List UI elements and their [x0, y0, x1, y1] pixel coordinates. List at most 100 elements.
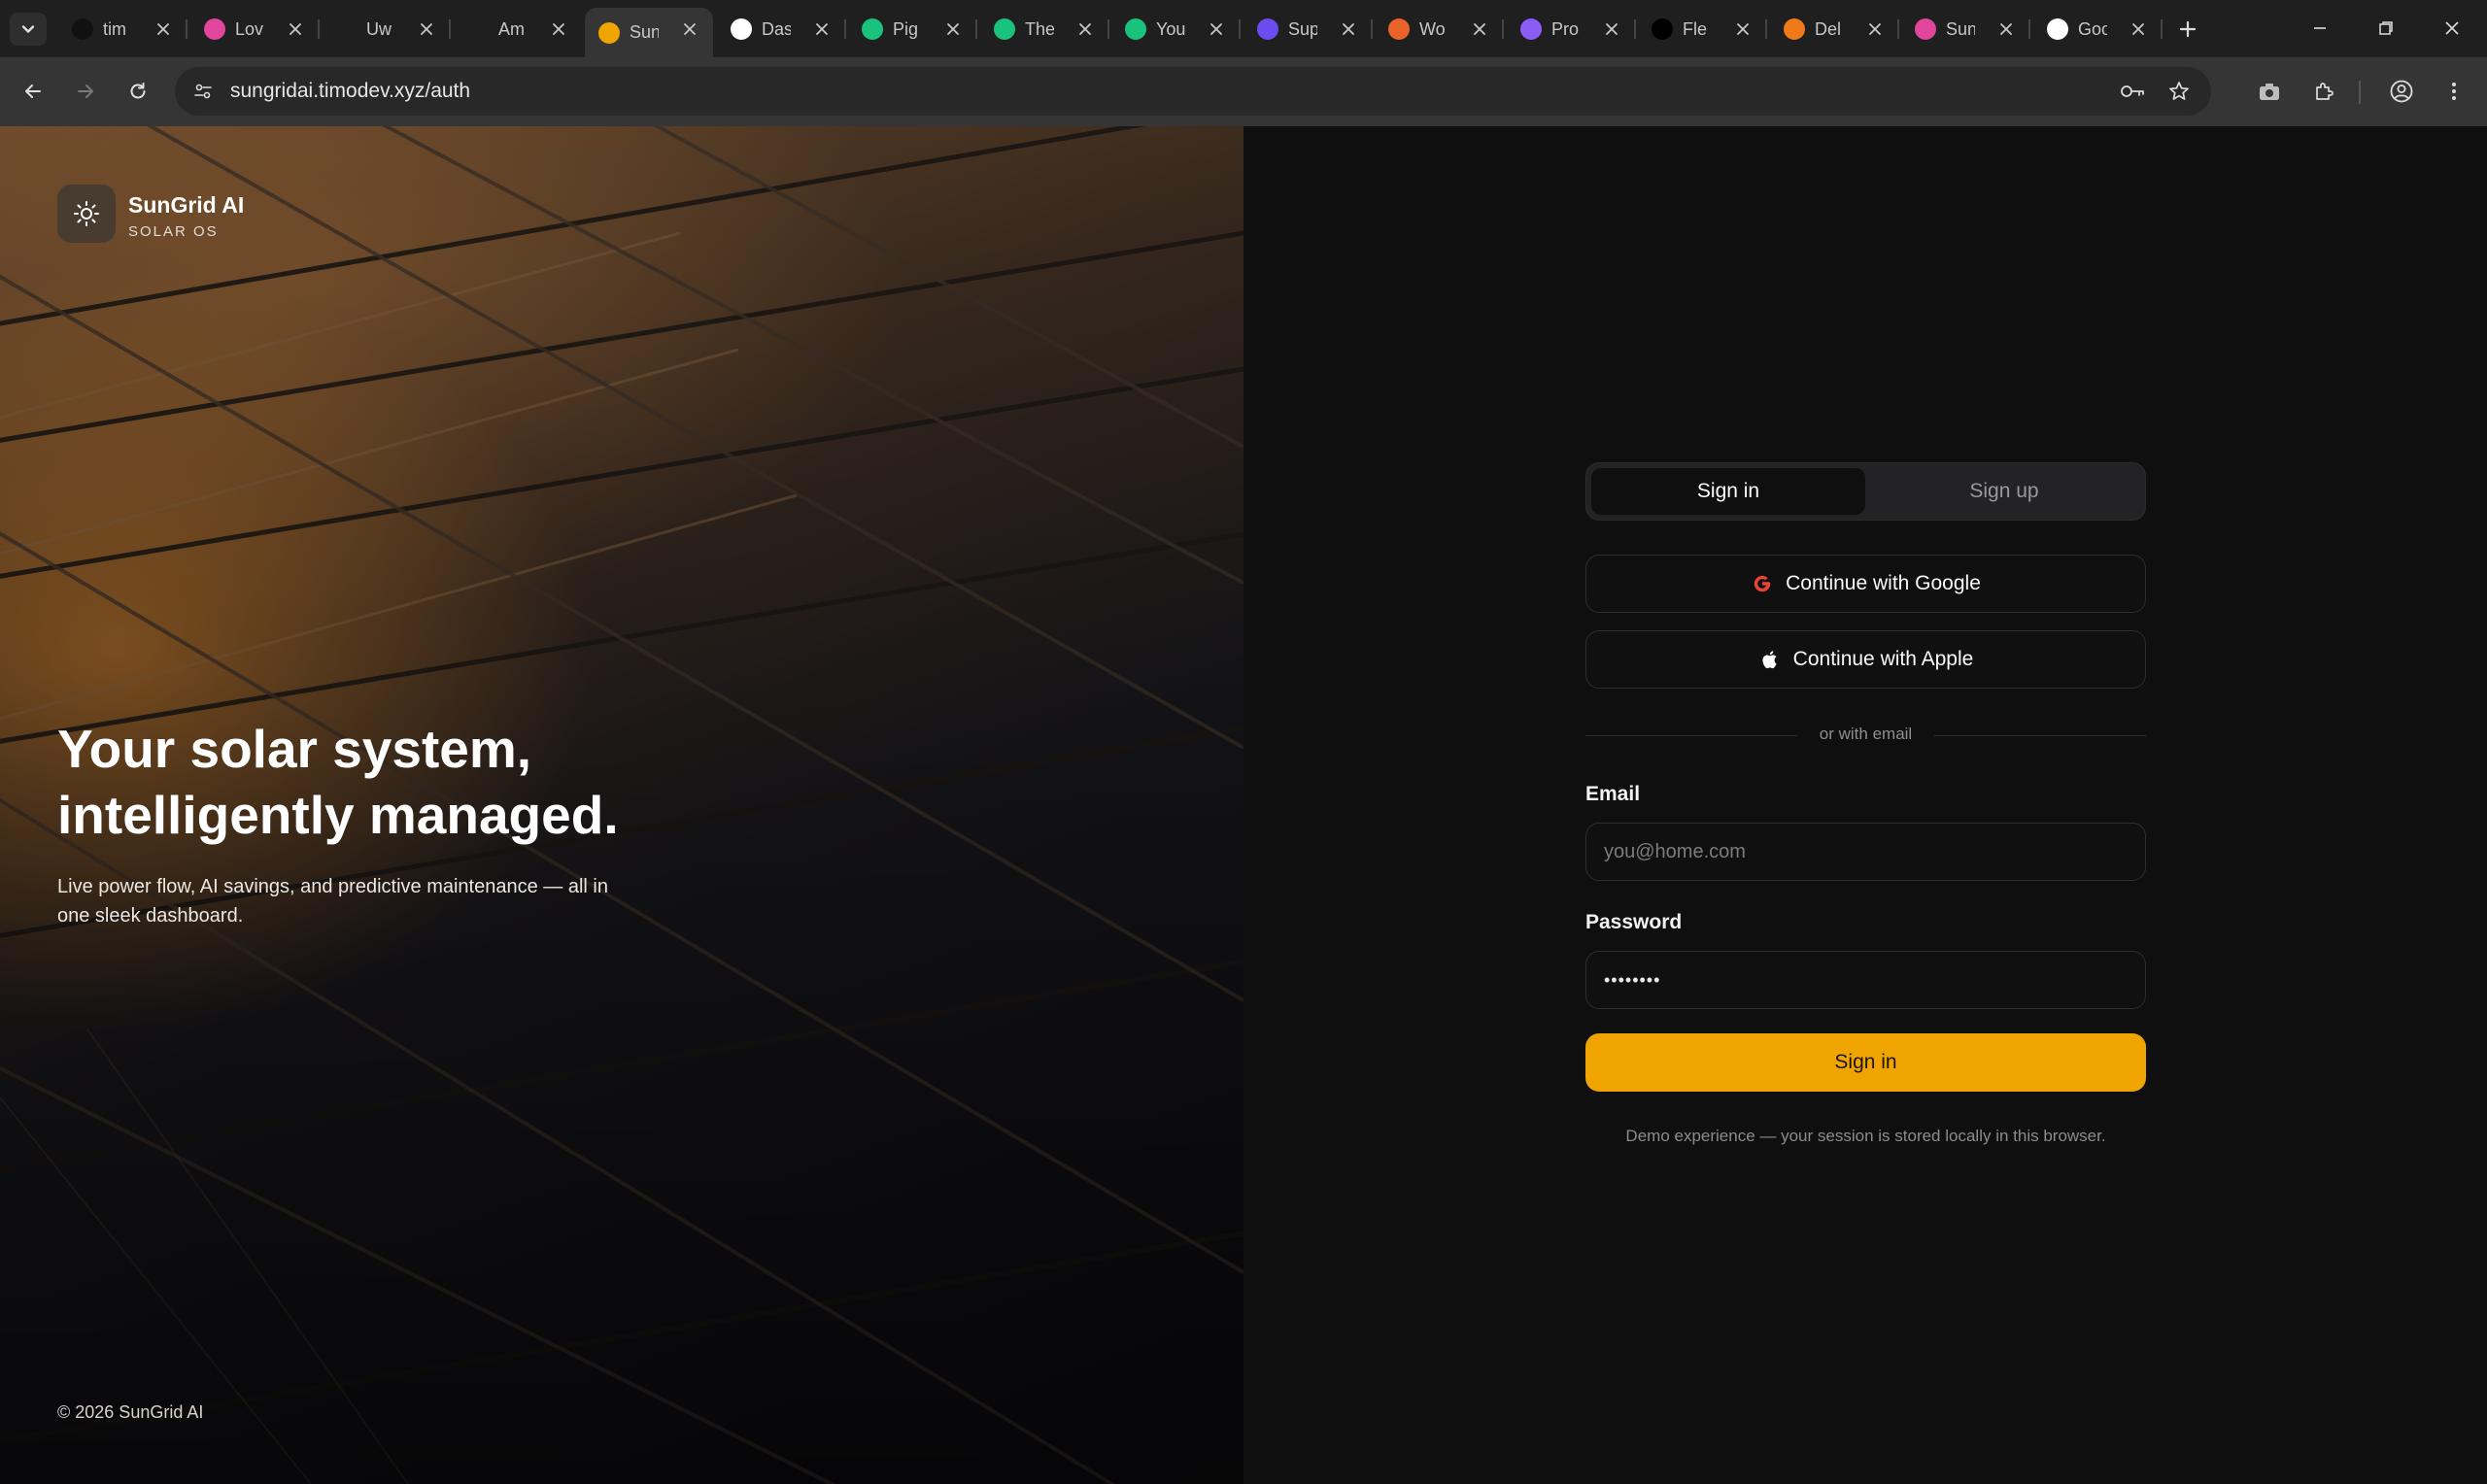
close-tab-icon[interactable]: [415, 17, 438, 41]
close-tab-icon[interactable]: [941, 17, 965, 41]
chatgpt-icon: [1125, 18, 1146, 40]
doc-favicon-icon: [1520, 18, 1542, 40]
address-bar[interactable]: sungridai.timodev.xyz/auth: [175, 67, 2211, 116]
close-tab-icon[interactable]: [1863, 17, 1887, 41]
browser-tab[interactable]: Pig: [848, 8, 977, 51]
tab-title: Fle: [1683, 18, 1708, 39]
sparkle-icon: [467, 18, 489, 40]
browser-tab[interactable]: Sup: [1244, 8, 1373, 51]
browser-tab[interactable]: Del: [1770, 8, 1899, 51]
password-label: Password: [1585, 911, 1683, 933]
close-tab-icon[interactable]: [2127, 17, 2150, 41]
password-field[interactable]: [1585, 951, 2146, 1009]
tab-separator: [2161, 19, 2163, 39]
close-tab-icon[interactable]: [1073, 17, 1097, 41]
close-tab-icon[interactable]: [1337, 17, 1360, 41]
close-tab-icon[interactable]: [284, 17, 307, 41]
browser-tab[interactable]: Sun: [585, 8, 713, 57]
close-tab-icon[interactable]: [810, 17, 834, 41]
browser-tab[interactable]: Das: [717, 8, 846, 51]
tab-separator: [1897, 19, 1899, 39]
tab-separator: [1239, 19, 1241, 39]
close-tab-icon[interactable]: [1731, 17, 1755, 41]
browser-tab[interactable]: Uw: [322, 8, 451, 51]
extensions-puzzle-icon[interactable]: [2304, 72, 2343, 111]
tab-search-button[interactable]: [10, 13, 47, 46]
tab-separator: [1107, 19, 1109, 39]
email-field[interactable]: [1585, 823, 2146, 881]
browser-tab[interactable]: Sun: [1901, 8, 2030, 51]
arrow-right-icon: [78, 84, 93, 98]
tab-title: tim: [103, 18, 126, 39]
email-divider: or with email: [1585, 721, 2146, 750]
tab-separator: [318, 19, 320, 39]
browser-tab[interactable]: Fle: [1638, 8, 1767, 51]
auth-panel: Sign in Sign up Continue with Google Con…: [1244, 126, 2487, 1484]
new-tab-button[interactable]: [2172, 14, 2203, 45]
hero-panel: SunGrid AI SOLAR OS Your solar system, i…: [0, 126, 1244, 1484]
browser-tab[interactable]: Wo: [1375, 8, 1504, 51]
brand-logo[interactable]: [57, 185, 116, 243]
screenshot-camera-icon[interactable]: [2250, 72, 2289, 111]
close-tab-icon[interactable]: [1600, 17, 1623, 41]
tab-separator: [2028, 19, 2030, 39]
close-window-button[interactable]: [2425, 8, 2479, 49]
tab-title: Lov: [235, 18, 264, 39]
minimize-button[interactable]: [2293, 8, 2347, 49]
restore-button[interactable]: [2359, 8, 2413, 49]
divider-line-right: [1934, 735, 2146, 736]
hero-title: Your solar system, intelligently managed…: [57, 719, 619, 845]
chevron-down-icon: [21, 25, 35, 33]
tab-title: Sun: [630, 22, 659, 42]
apple-signin-button[interactable]: Continue with Apple: [1585, 630, 2146, 689]
close-tab-icon[interactable]: [678, 17, 701, 41]
brand-tagline: SOLAR OS: [128, 223, 219, 240]
tab-separator: [1765, 19, 1767, 39]
close-tab-icon[interactable]: [1994, 17, 2018, 41]
close-tab-icon[interactable]: [547, 17, 570, 41]
sign-in-submit-button[interactable]: Sign in: [1585, 1033, 2146, 1092]
password-key-icon[interactable]: [2116, 77, 2149, 106]
browser-tab[interactable]: Pro: [1507, 8, 1636, 51]
browser-tab[interactable]: Goo: [2033, 8, 2163, 51]
bookmark-star-icon[interactable]: [2163, 77, 2196, 106]
w-favicon-icon: [1388, 18, 1410, 40]
auth-mode-toggle: Sign in Sign up: [1585, 462, 2146, 521]
tab-title: Das: [762, 18, 791, 39]
tab-title: Del: [1815, 18, 1842, 39]
close-tab-icon[interactable]: [1205, 17, 1228, 41]
email-label: Email: [1585, 783, 1641, 805]
google-signin-button[interactable]: Continue with Google: [1585, 555, 2146, 613]
tab-title: Goo: [2078, 18, 2107, 39]
url-text[interactable]: sungridai.timodev.xyz/auth: [230, 80, 470, 103]
browser-tab[interactable]: Lov: [190, 8, 320, 51]
back-button[interactable]: [14, 72, 52, 111]
site-settings-icon[interactable]: [188, 77, 218, 106]
plus-icon: [2179, 20, 2197, 38]
reload-button[interactable]: [119, 72, 157, 111]
google-signin-label: Continue with Google: [1786, 572, 1981, 594]
close-tab-icon[interactable]: [1468, 17, 1491, 41]
tab-sign-in[interactable]: Sign in: [1591, 468, 1865, 515]
tab-sign-up[interactable]: Sign up: [1867, 468, 2141, 515]
browser-tab[interactable]: tim: [58, 8, 187, 51]
arrow-left-icon: [25, 84, 41, 98]
tab-separator: [975, 19, 977, 39]
tab-title: The: [1025, 18, 1054, 39]
apple-icon: [1758, 648, 1782, 671]
google-icon: [2047, 18, 2068, 40]
apple-signin-label: Continue with Apple: [1792, 648, 1974, 670]
auth-page: SunGrid AI SOLAR OS Your solar system, i…: [0, 126, 2487, 1484]
restore-icon: [2379, 21, 2393, 35]
close-tab-icon[interactable]: [152, 17, 175, 41]
browser-tab[interactable]: The: [980, 8, 1109, 51]
forward-button[interactable]: [66, 72, 105, 111]
browser-menu-icon[interactable]: [2435, 72, 2473, 111]
tab-title: Pig: [893, 18, 919, 39]
browser-tab[interactable]: Am: [454, 8, 582, 51]
browser-tab[interactable]: You: [1111, 8, 1241, 51]
profile-avatar-icon[interactable]: [2382, 72, 2421, 111]
tab-title: You: [1156, 18, 1185, 39]
tab-title: Uw: [366, 18, 392, 39]
tab-separator: [844, 19, 846, 39]
